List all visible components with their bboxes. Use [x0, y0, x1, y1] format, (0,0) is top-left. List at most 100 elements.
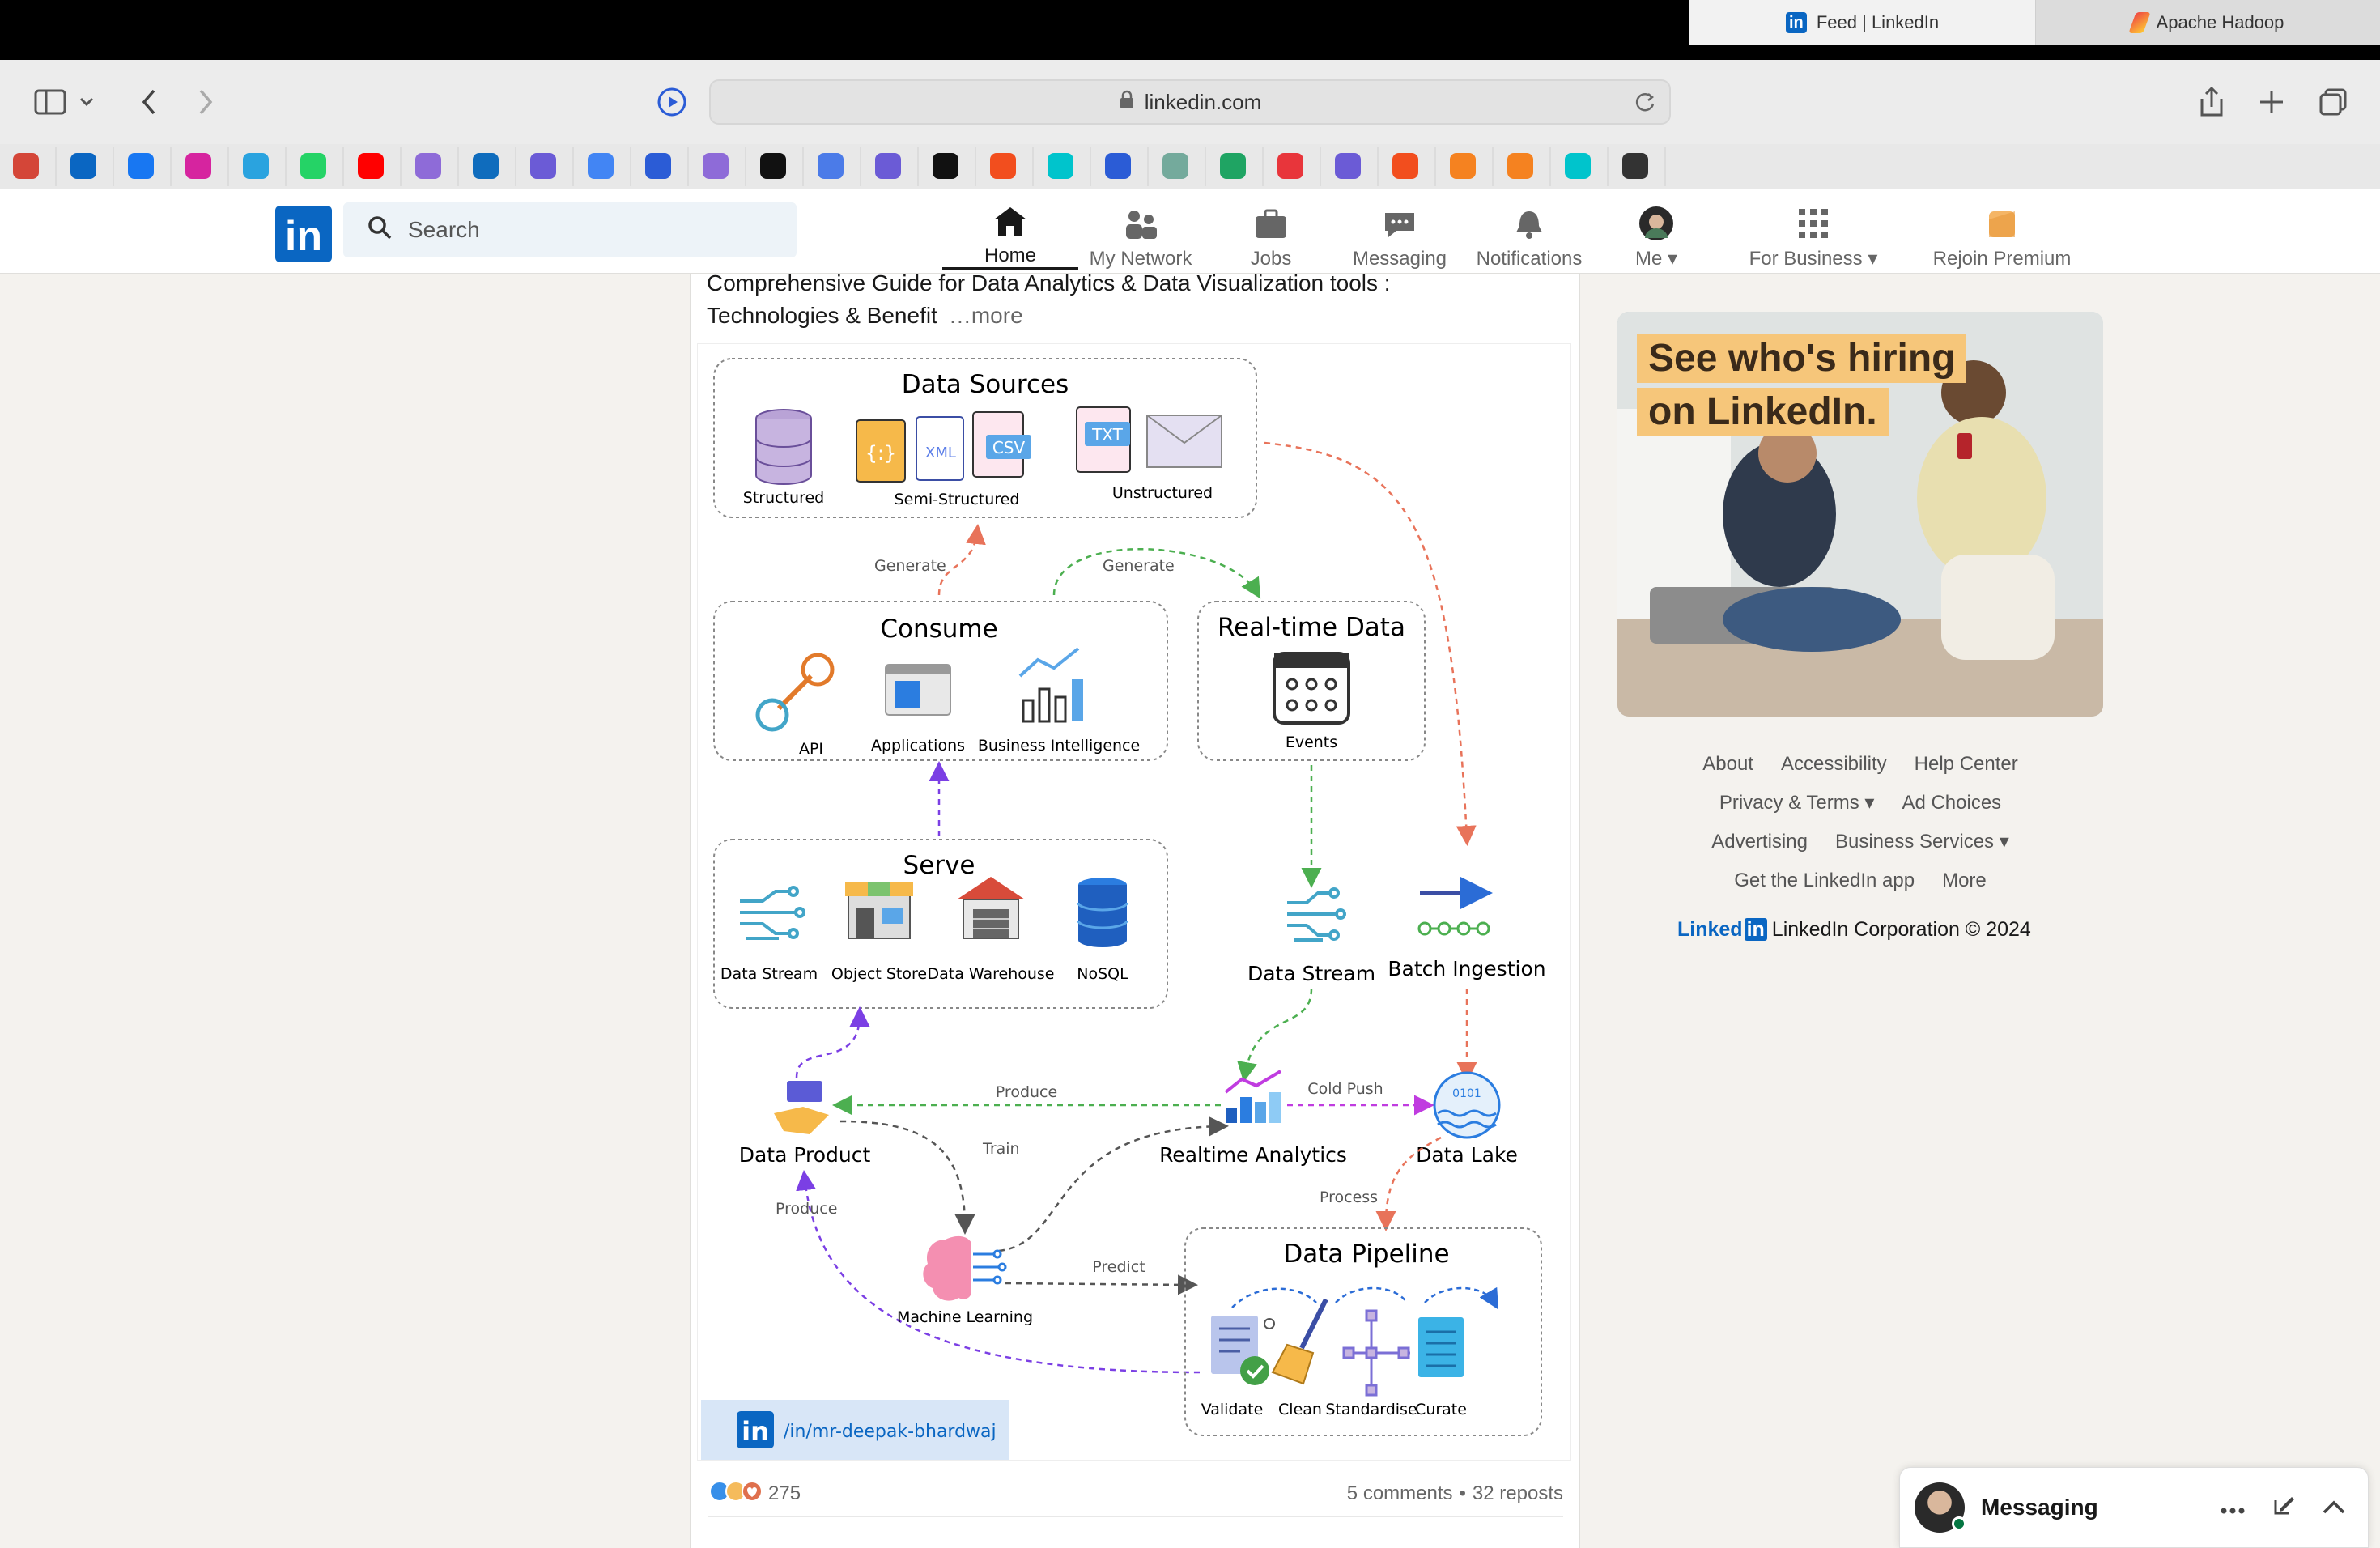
json-file-icon: {:} — [856, 419, 906, 483]
compose-icon[interactable] — [2272, 1494, 2295, 1522]
forward-icon[interactable] — [185, 81, 227, 123]
copilot-icon[interactable] — [875, 147, 919, 186]
footer-link-privacy[interactable]: Privacy & Terms ▾ — [1719, 784, 1875, 823]
copilot-icon[interactable] — [530, 147, 574, 186]
nav-for-business[interactable]: For Business ▾ — [1740, 198, 1886, 270]
bookmark-icons[interactable] — [0, 144, 1700, 189]
whatsapp-icon[interactable] — [300, 147, 344, 186]
github-icon[interactable] — [933, 147, 976, 186]
reaction-icons[interactable] — [708, 1479, 765, 1509]
data-warehouse-icon — [957, 877, 1025, 939]
nav-messaging[interactable]: Messaging — [1339, 198, 1460, 270]
footer-link-label: Privacy & Terms — [1719, 792, 1859, 814]
ad-line-1: See who's hiring — [1637, 334, 1967, 383]
events-calendar-icon — [1273, 652, 1350, 725]
data-analytics-diagram: Data Sources Structured {:} XML CSV Semi… — [701, 358, 1546, 1460]
footer-link[interactable]: Help Center — [1915, 745, 2018, 784]
media-play-icon[interactable] — [651, 81, 693, 123]
reload-icon[interactable] — [1634, 91, 1656, 119]
app-icon[interactable] — [1105, 147, 1149, 186]
reactions-count[interactable]: 275 — [768, 1482, 801, 1505]
footer-link[interactable]: Ad Choices — [1902, 784, 2001, 823]
back-icon[interactable] — [128, 81, 170, 123]
app-icon[interactable] — [645, 147, 689, 186]
telegram-icon[interactable] — [243, 147, 287, 186]
instagram-icon[interactable] — [185, 147, 229, 186]
tab-overview-icon[interactable] — [2312, 81, 2354, 123]
drive-icon[interactable] — [1220, 147, 1264, 186]
structured-label: Structured — [743, 489, 824, 507]
nav-notifications[interactable]: Notifications — [1470, 198, 1588, 270]
search-icon — [368, 215, 392, 245]
network-icon — [1123, 206, 1158, 243]
caret-down-icon: ▾ — [1864, 792, 1875, 814]
openai-icon[interactable] — [760, 147, 804, 186]
reposts-count[interactable]: 32 reposts — [1473, 1482, 1563, 1505]
figma-icon[interactable] — [1392, 147, 1436, 186]
canva-icon[interactable] — [1048, 147, 1091, 186]
lock-icon — [1119, 90, 1135, 115]
bookmark-icon[interactable] — [415, 147, 459, 186]
object-store-label: Object Store — [831, 965, 927, 983]
search-placeholder: Search — [408, 217, 480, 242]
sidebar-toggle-icon[interactable] — [29, 81, 71, 123]
copilot-icon[interactable] — [1335, 147, 1379, 186]
applications-icon — [885, 664, 951, 716]
figma-icon[interactable] — [990, 147, 1034, 186]
comments-count[interactable]: 5 comments — [1347, 1482, 1453, 1505]
footer-link[interactable]: About — [1702, 745, 1753, 784]
gemini-icon[interactable] — [818, 147, 861, 186]
footer-link[interactable]: Get the LinkedIn app — [1734, 861, 1915, 900]
tab-feed-linkedin[interactable]: in Feed | LinkedIn — [1689, 0, 2035, 45]
youtube-icon[interactable] — [358, 147, 402, 186]
app-icon[interactable] — [1277, 147, 1321, 186]
envelope-icon — [1146, 415, 1222, 468]
search-input[interactable]: Search — [343, 202, 797, 257]
footer-link[interactable]: Advertising — [1711, 823, 1808, 861]
predict-arrow — [1005, 1274, 1198, 1295]
bell-icon — [1511, 206, 1547, 243]
footer-link-business[interactable]: Business Services ▾ — [1835, 823, 2009, 861]
avatar — [1915, 1482, 1966, 1533]
nav-rejoin-premium[interactable]: Rejoin Premium — [1919, 198, 2085, 270]
facebook-icon[interactable] — [128, 147, 172, 186]
unstructured-label: Unstructured — [1112, 484, 1213, 502]
nav-home[interactable]: Home — [942, 198, 1078, 270]
data-stream-label: Data Stream — [1247, 962, 1375, 985]
post-image[interactable]: Data Sources Structured {:} XML CSV Semi… — [697, 343, 1571, 1461]
messaging-widget[interactable]: Messaging — [1899, 1467, 2369, 1548]
footer-link[interactable]: Accessibility — [1781, 745, 1887, 784]
footer-link[interactable]: More — [1942, 861, 1987, 900]
google-icon[interactable] — [588, 147, 631, 186]
chatgpt-icon[interactable] — [1162, 147, 1206, 186]
address-bar[interactable]: linkedin.com — [709, 79, 1671, 125]
promo-ad[interactable]: See who's hiring on LinkedIn. — [1617, 312, 2103, 717]
co-icon[interactable] — [1507, 147, 1551, 186]
chevron-up-icon[interactable] — [2323, 1494, 2345, 1522]
canva-icon[interactable] — [1565, 147, 1609, 186]
bookmark-icon[interactable] — [703, 147, 746, 186]
data-pipeline-title: Data Pipeline — [1283, 1240, 1449, 1269]
outlook-icon[interactable] — [473, 147, 516, 186]
post-text-line: Comprehensive Guide for Data Analytics &… — [707, 270, 1391, 296]
new-tab-icon[interactable] — [2250, 81, 2293, 123]
linkedin-wordmark: Linked in — [1677, 918, 1767, 942]
nav-me[interactable]: Me ▾ — [1611, 198, 1702, 270]
nav-jobs[interactable]: Jobs — [1214, 198, 1328, 270]
train-label: Train — [982, 1140, 1020, 1158]
home-icon — [992, 202, 1028, 240]
share-icon[interactable] — [2191, 81, 2233, 123]
post-text-line-2: Technologies & Benefit …more — [707, 300, 1516, 332]
tab-apache-hadoop[interactable]: Apache Hadoop — [2035, 0, 2380, 45]
see-more-link[interactable]: …more — [949, 303, 1023, 328]
linkedin-logo[interactable]: in — [275, 206, 332, 262]
nav-my-network[interactable]: My Network — [1080, 198, 1201, 270]
data-lake-label: Data Lake — [1416, 1143, 1518, 1167]
chevron-down-icon[interactable] — [74, 81, 99, 123]
co-icon[interactable] — [1450, 147, 1494, 186]
nav-home-label: Home — [984, 245, 1037, 266]
gmail-icon[interactable] — [13, 147, 57, 186]
app-icon[interactable] — [1622, 147, 1666, 186]
linkedin-icon[interactable] — [70, 147, 114, 186]
more-options-icon[interactable] — [2221, 1494, 2245, 1522]
